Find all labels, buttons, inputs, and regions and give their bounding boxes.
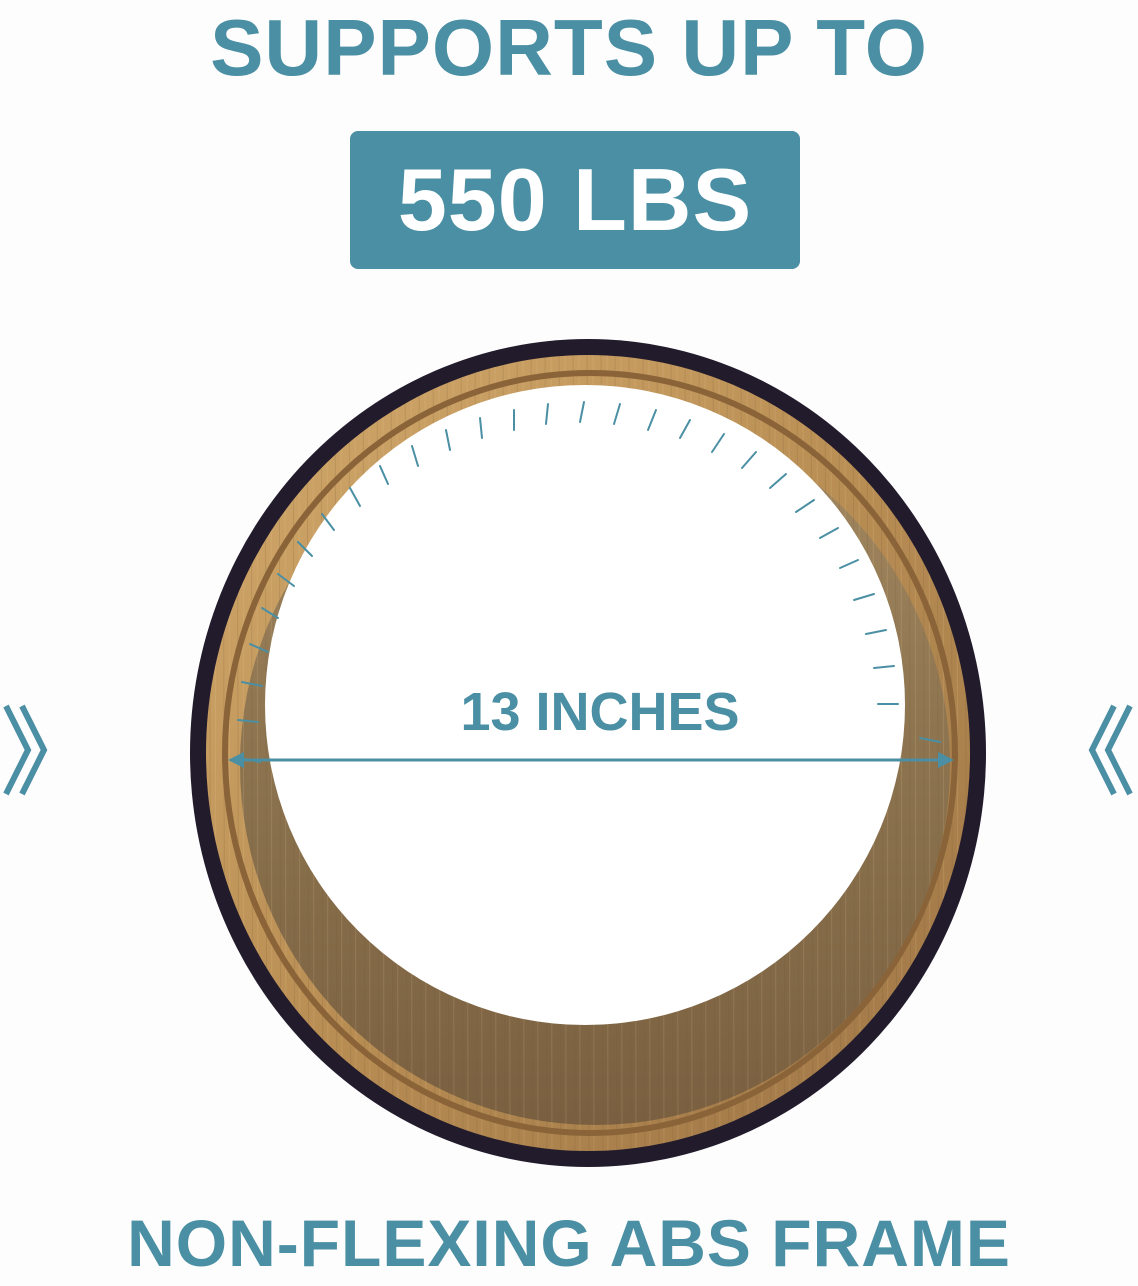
double-chevron-right-icon (3, 704, 48, 796)
yoga-wheel-illustration (190, 339, 986, 1167)
weight-capacity-badge: 550 LBS (350, 131, 800, 269)
weight-capacity-text: 550 LBS (397, 150, 753, 249)
headline-supports-up-to: SUPPORTS UP TO (210, 3, 928, 92)
diameter-label: 13 INCHES (460, 682, 740, 742)
double-chevron-left-icon (1088, 704, 1133, 796)
footer-abs-frame: NON-FLEXING ABS FRAME (127, 1206, 1011, 1280)
